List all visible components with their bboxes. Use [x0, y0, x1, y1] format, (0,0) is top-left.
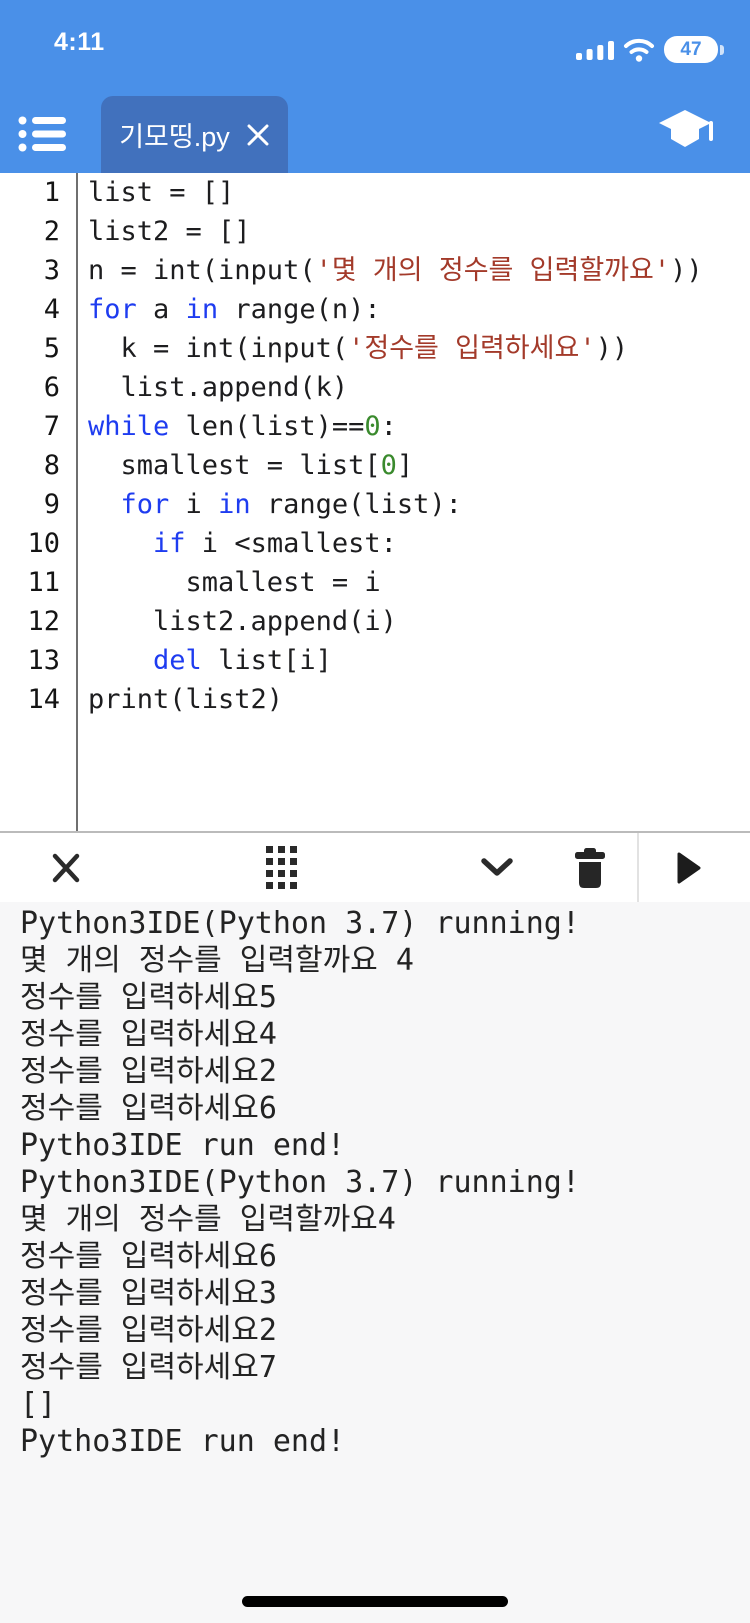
code-line[interactable]: 6 list.append(k)	[0, 368, 750, 407]
code-rows: 1 list = [] 2 list2 = [] 3 n = int(input('몇 개…	[0, 173, 750, 719]
tab-close-icon[interactable]	[246, 123, 270, 147]
code-line[interactable]: 4 for a in range(n):	[0, 290, 750, 329]
line-number: 6	[43, 372, 60, 403]
console-line: 몇 개의 정수를 입력할까요 4	[20, 943, 414, 978]
console-line: Pytho3IDE run end!	[20, 1424, 346, 1459]
console-toolbar	[0, 831, 750, 902]
run-button[interactable]	[659, 833, 719, 902]
console-line: 정수를 입력하세요4	[20, 1017, 277, 1052]
line-number: 10	[27, 528, 60, 559]
battery-percent: 47	[680, 38, 702, 60]
menu-list-icon	[18, 116, 66, 152]
code-text: list2.append(i)	[88, 606, 397, 637]
code-line[interactable]: 11 smallest = i	[0, 563, 750, 602]
python3ide-app-screen: 4:11 47 기모띵.py 1 list = [] 2 list2 = [] …	[0, 0, 750, 1623]
play-icon	[677, 852, 701, 883]
code-line[interactable]: 10 if i <smallest:	[0, 524, 750, 563]
code-text: del list[i]	[153, 645, 332, 676]
home-indicator[interactable]	[242, 1596, 508, 1607]
console-output[interactable]: Python3IDE(Python 3.7) running! 몇 개의 정수를 …	[0, 902, 750, 1623]
line-number: 12	[27, 606, 60, 637]
keyboard-toggle-button[interactable]	[251, 833, 311, 902]
console-line: 정수를 입력하세요5	[20, 980, 277, 1015]
code-text: for a in range(n):	[88, 294, 381, 325]
code-line[interactable]: 3 n = int(input('몇 개의 정수를 입력할까요'))	[0, 251, 750, 290]
code-text: if i <smallest:	[153, 528, 397, 559]
code-line[interactable]: 8 smallest = list[0]	[0, 446, 750, 485]
code-text: list.append(k)	[88, 372, 349, 403]
chevron-down-icon	[481, 857, 513, 876]
graduation-cap-icon	[659, 110, 713, 147]
line-number: 3	[43, 255, 60, 286]
tab-file[interactable]: 기모띵.py	[101, 96, 288, 173]
code-line[interactable]: 13 del list[i]	[0, 641, 750, 680]
clear-console-button[interactable]	[560, 833, 620, 902]
line-number: 1	[43, 177, 60, 208]
line-number: 9	[43, 489, 60, 520]
console-line: Python3IDE(Python 3.7) running!	[20, 906, 580, 941]
line-number: 14	[27, 684, 60, 715]
code-text: smallest = i	[88, 567, 381, 598]
code-text: list2 = []	[88, 216, 251, 247]
close-console-button[interactable]	[36, 833, 96, 902]
close-icon	[52, 853, 80, 882]
code-line[interactable]: 2 list2 = []	[0, 212, 750, 251]
code-line[interactable]: 14 print(list2)	[0, 680, 750, 719]
menu-button[interactable]	[16, 110, 68, 158]
console-line: Pytho3IDE run end!	[20, 1128, 346, 1163]
console-line: 정수를 입력하세요6	[20, 1091, 277, 1126]
code-line[interactable]: 9 for i in range(list):	[0, 485, 750, 524]
collapse-console-button[interactable]	[467, 833, 527, 902]
code-text: n = int(input('몇 개의 정수를 입력할까요'))	[88, 255, 703, 286]
cellular-signal-icon	[576, 40, 614, 60]
code-text: k = int(input('정수를 입력하세요'))	[88, 333, 629, 364]
toolbar-divider	[637, 833, 639, 902]
line-number: 7	[43, 411, 60, 442]
console-line: Python3IDE(Python 3.7) running!	[20, 1165, 580, 1200]
wifi-icon	[624, 38, 654, 62]
status-time: 4:11	[54, 28, 105, 56]
code-text: for i in range(list):	[120, 489, 462, 520]
code-text: list = []	[88, 177, 235, 208]
console-line: 정수를 입력하세요2	[20, 1054, 277, 1089]
trash-icon	[575, 847, 605, 888]
code-text: print(list2)	[88, 684, 284, 715]
line-number: 13	[27, 645, 60, 676]
line-number: 11	[27, 567, 60, 598]
line-number: 8	[43, 450, 60, 481]
code-line[interactable]: 1 list = []	[0, 173, 750, 212]
console-line: 정수를 입력하세요2	[20, 1313, 277, 1348]
console-line: []	[20, 1387, 57, 1422]
line-number: 5	[43, 333, 60, 364]
console-line: 정수를 입력하세요6	[20, 1239, 277, 1274]
line-number: 2	[43, 216, 60, 247]
keypad-grid-icon	[265, 846, 297, 889]
console-line: 정수를 입력하세요7	[20, 1350, 277, 1385]
code-line[interactable]: 5 k = int(input('정수를 입력하세요'))	[0, 329, 750, 368]
battery-nub	[720, 44, 724, 55]
code-text: smallest = list[0]	[88, 450, 414, 481]
education-button[interactable]	[656, 104, 714, 162]
code-line[interactable]: 12 list2.append(i)	[0, 602, 750, 641]
console-line: 정수를 입력하세요3	[20, 1276, 277, 1311]
console-line: 몇 개의 정수를 입력할까요4	[20, 1202, 396, 1237]
code-editor[interactable]: 1 list = [] 2 list2 = [] 3 n = int(input('몇 개…	[0, 173, 750, 831]
app-header: 4:11 47 기모띵.py	[0, 0, 750, 173]
line-number: 4	[43, 294, 60, 325]
status-icons: 47	[576, 36, 724, 63]
battery-icon: 47	[664, 36, 724, 63]
code-text: while len(list)==0:	[88, 411, 397, 442]
tab-title: 기모띵.py	[119, 122, 230, 152]
code-line[interactable]: 7 while len(list)==0:	[0, 407, 750, 446]
